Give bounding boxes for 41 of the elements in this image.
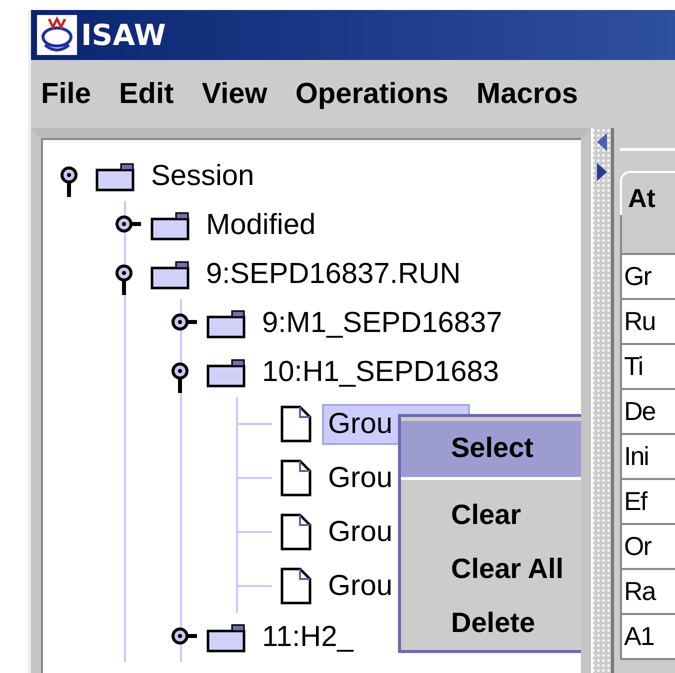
tree-node-label[interactable]: 9:M1_SEPD16837 [256, 303, 508, 344]
tree-node-label[interactable]: Modified [200, 205, 322, 246]
table-cell: Ru [622, 300, 675, 345]
menu-item[interactable]: File [41, 78, 91, 110]
context-menu-item[interactable]: Delete [401, 596, 581, 650]
table-cell: Ra [622, 570, 675, 615]
folder-icon [150, 260, 190, 290]
folder-icon [206, 358, 246, 388]
menu-item[interactable]: Edit [118, 78, 174, 110]
tree-node-label[interactable]: 11:H2_ [256, 617, 360, 658]
context-menu-item[interactable]: Clear [401, 488, 581, 542]
tree-node-label[interactable]: Grou [322, 512, 398, 552]
table-cell: A1 [622, 615, 675, 660]
window-title: ISAW [81, 18, 166, 52]
expand-right-icon[interactable] [596, 162, 608, 182]
tree-node-label[interactable]: 9:SEPD16837.RUN [200, 254, 467, 295]
table-cell: De [622, 390, 675, 435]
document-icon [280, 513, 312, 551]
table-cell: Gr [622, 255, 675, 300]
menu-item[interactable]: Operations [295, 78, 448, 110]
tree-node-label[interactable]: Session [145, 156, 260, 197]
tree-node-label[interactable]: 10:H1_SEPD1683 [256, 352, 505, 393]
folder-icon [206, 308, 246, 338]
folder-icon [206, 622, 246, 652]
table-cell: Ti [622, 345, 675, 390]
context-menu-item[interactable]: Select [401, 421, 581, 475]
document-icon [280, 405, 312, 443]
collapse-left-icon[interactable] [596, 132, 608, 152]
tree-node-label[interactable]: Grou [322, 566, 398, 606]
table-cell: Ef [622, 480, 675, 525]
document-icon [280, 459, 312, 497]
folder-icon [95, 162, 135, 192]
app-logo-icon [37, 15, 77, 55]
menu-item[interactable]: View [202, 78, 268, 110]
tree-node-label[interactable]: Grou [322, 458, 398, 498]
table-cell: Ini [622, 435, 675, 480]
folder-icon [150, 210, 190, 240]
menu-item[interactable]: Macros [476, 78, 578, 110]
document-icon [280, 567, 312, 605]
context-menu-item[interactable]: Clear All [401, 542, 581, 596]
table-cell: Or [622, 525, 675, 570]
